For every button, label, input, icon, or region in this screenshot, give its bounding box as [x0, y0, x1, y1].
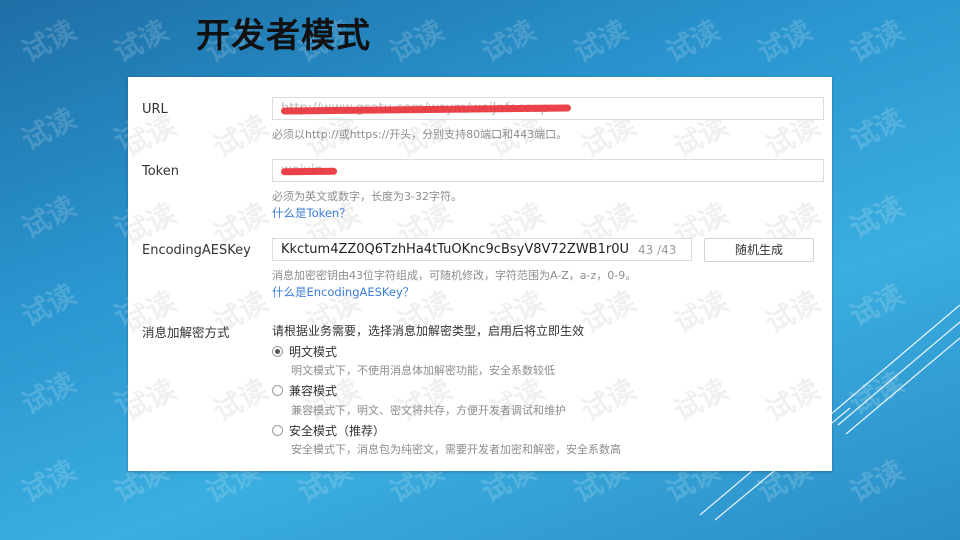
- compatible-mode-desc: 兼容模式下，明文、密文将共存，方便开发者调试和维护: [291, 404, 566, 417]
- watermark-text: 试读: [208, 372, 274, 429]
- encryption-mode-description: 请根据业务需要，选择消息加解密类型，启用后将立即生效: [272, 324, 585, 338]
- watermark-text: 试读: [844, 277, 910, 334]
- aes-key-value: Kkctum4ZZ0Q6TzhHa4tTuOKnc9cBsyV8V72ZWB1r…: [281, 242, 630, 257]
- watermark-text: 试读: [16, 189, 82, 246]
- watermark-text: 试读: [844, 13, 910, 70]
- watermark-text: 试读: [16, 453, 82, 510]
- aes-key-hint: 消息加密密钥由43位字符组成，可随机修改，字符范围为A-Z，a-z，0-9。: [272, 269, 637, 282]
- watermark-text: 试读: [108, 13, 174, 70]
- watermark-text: 试读: [844, 365, 910, 422]
- radio-plaintext-mode[interactable]: 明文模式: [272, 343, 337, 360]
- watermark-text: 试读: [758, 77, 826, 78]
- watermark-text: 试读: [568, 13, 634, 70]
- aes-key-help-link[interactable]: 什么是EncodingAESKey？: [272, 284, 414, 300]
- token-label: Token: [142, 164, 179, 179]
- watermark-text: 试读: [384, 13, 450, 70]
- watermark-text: 试读: [390, 77, 458, 78]
- url-input[interactable]: http://www.gsatu.com/wsym/weiJnfocoup: [272, 97, 824, 120]
- url-hint: 必须以http://或https://开头，分别支持80端口和443端口。: [272, 128, 568, 141]
- watermark-text: 试读: [16, 13, 82, 70]
- watermark-text: 试读: [574, 77, 642, 78]
- url-label: URL: [142, 102, 168, 117]
- watermark-text: 试读: [16, 277, 82, 334]
- watermark-text: 试读: [208, 108, 274, 165]
- watermark-text: 试读: [668, 284, 734, 341]
- radio-label: 安全模式（推荐）: [289, 424, 386, 438]
- encryption-mode-label: 消息加解密方式: [142, 325, 230, 340]
- token-hint: 必须为英文或数字，长度为3-32字符。: [272, 190, 462, 203]
- radio-compatible-mode[interactable]: 兼容模式: [272, 382, 337, 399]
- watermark-text: 试读: [128, 77, 182, 78]
- radio-button[interactable]: [272, 385, 283, 396]
- radio-label: 明文模式: [289, 345, 338, 359]
- watermark-text: 试读: [752, 13, 818, 70]
- watermark-text: 试读: [666, 77, 734, 78]
- radio-label: 兼容模式: [289, 384, 338, 398]
- watermark-text: 试读: [844, 101, 910, 158]
- watermark-text: 试读: [576, 284, 642, 341]
- aes-key-label: EncodingAESKey: [142, 243, 251, 258]
- watermark-text: 试读: [760, 372, 826, 429]
- watermark-text: 试读: [760, 284, 826, 341]
- watermark-text: 试读: [576, 372, 642, 429]
- watermark-text: 试读: [844, 189, 910, 246]
- radio-secure-mode[interactable]: 安全模式（推荐）: [272, 422, 385, 439]
- watermark-text: 试读: [844, 453, 910, 510]
- developer-settings-panel: 试读 试读 试读 试读 试读 试读 试读 试读 试读 试读 试读 试读 试读 试读 试读 试读 试读 试读 试读 试读…: [128, 77, 832, 471]
- watermark-text: 试读: [476, 13, 542, 70]
- watermark-text: 试读: [660, 13, 726, 70]
- secure-mode-desc: 安全模式下，消息包为纯密文，需要开发者加密和解密，安全系数高: [291, 443, 621, 456]
- token-input[interactable]: weixin: [272, 159, 824, 182]
- watermark-text: 试读: [668, 372, 734, 429]
- aes-key-counter: 43 /43: [638, 243, 677, 257]
- watermark-text: 试读: [128, 372, 182, 429]
- radio-button[interactable]: [272, 346, 283, 357]
- slide-title: 开发者模式: [196, 16, 371, 56]
- token-help-link[interactable]: 什么是Token？: [272, 205, 351, 221]
- token-redaction-mark: [280, 167, 338, 176]
- aes-key-input[interactable]: Kkctum4ZZ0Q6TzhHa4tTuOKnc9cBsyV8V72ZWB1r…: [272, 238, 692, 261]
- watermark-text: 试读: [16, 101, 82, 158]
- radio-button[interactable]: [272, 425, 283, 436]
- watermark-text: 试读: [298, 77, 366, 78]
- watermark-text: 试读: [16, 365, 82, 422]
- random-generate-button[interactable]: 随机生成: [704, 238, 814, 262]
- plaintext-mode-desc: 明文模式下，不使用消息体加解密功能，安全系数较低: [291, 364, 555, 377]
- watermark-text: 试读: [206, 77, 274, 78]
- watermark-text: 试读: [482, 77, 550, 78]
